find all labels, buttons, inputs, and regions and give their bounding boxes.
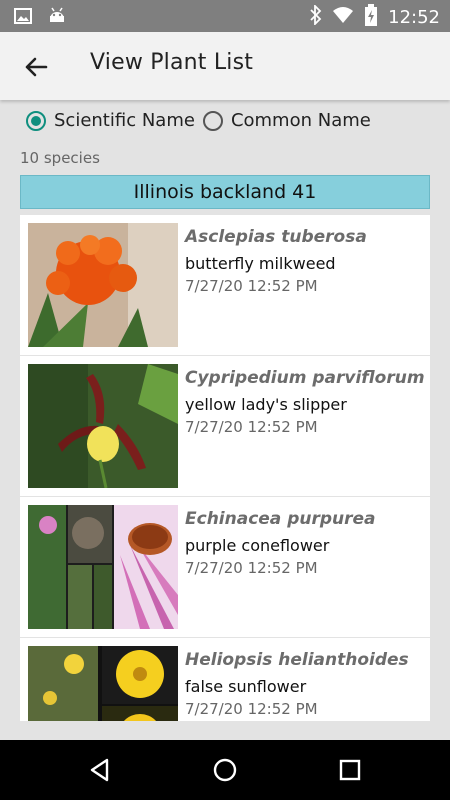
- plant-list[interactable]: Asclepias tuberosa butterfly milkweed 7/…: [20, 215, 430, 721]
- image-icon: [14, 8, 32, 28]
- recents-nav-icon[interactable]: [335, 755, 365, 785]
- status-bar: 12:52: [0, 0, 450, 32]
- list-item[interactable]: Echinacea purpurea purple coneflower 7/2…: [20, 497, 430, 637]
- plant-photo: [28, 223, 178, 347]
- radio-label: Scientific Name: [54, 110, 195, 131]
- list-item[interactable]: Asclepias tuberosa butterfly milkweed 7/…: [20, 215, 430, 355]
- plant-photo: [28, 364, 178, 488]
- bluetooth-icon: [310, 3, 322, 30]
- list-item[interactable]: Cypripedium parviflorum yellow lady's sl…: [20, 356, 430, 496]
- wifi-icon: [332, 6, 354, 29]
- scientific-name: Asclepias tuberosa: [185, 227, 367, 247]
- common-name: false sunflower: [185, 677, 307, 696]
- scientific-name: Echinacea purpurea: [185, 509, 376, 529]
- clock: 12:52: [388, 7, 440, 28]
- common-name: yellow lady's slipper: [185, 395, 347, 414]
- common-name: butterfly milkweed: [185, 254, 336, 273]
- system-nav-bar: [0, 740, 450, 800]
- back-arrow-icon[interactable]: [22, 52, 52, 82]
- timestamp: 7/27/20 12:52 PM: [185, 700, 318, 718]
- radio-common-name[interactable]: Common Name: [202, 110, 371, 131]
- timestamp: 7/27/20 12:52 PM: [185, 559, 318, 577]
- timestamp: 7/27/20 12:52 PM: [185, 277, 318, 295]
- home-nav-icon[interactable]: [210, 755, 240, 785]
- radio-label: Common Name: [230, 110, 371, 131]
- timestamp: 7/27/20 12:52 PM: [185, 418, 318, 436]
- back-nav-icon[interactable]: [85, 755, 115, 785]
- group-header: Illinois backland 41: [20, 175, 430, 209]
- app-bar: View Plant List: [0, 32, 450, 100]
- scientific-name: Heliopsis helianthoides: [185, 650, 409, 670]
- list-item[interactable]: Heliopsis helianthoides false sunflower …: [20, 638, 430, 721]
- scientific-name: Cypripedium parviflorum: [185, 368, 425, 388]
- radio-button-checked[interactable]: [26, 110, 46, 131]
- page-title: View Plant List: [90, 50, 254, 75]
- plant-photo: [28, 646, 178, 721]
- battery-icon: [364, 4, 378, 31]
- android-icon: [48, 7, 66, 29]
- species-count: 10 species: [20, 149, 100, 167]
- sort-radio-group: Scientific Name Common Name: [26, 110, 379, 131]
- radio-button-unchecked[interactable]: [202, 110, 223, 131]
- plant-photo: [28, 505, 178, 629]
- common-name: purple coneflower: [185, 536, 330, 555]
- radio-scientific-name[interactable]: Scientific Name: [26, 110, 195, 131]
